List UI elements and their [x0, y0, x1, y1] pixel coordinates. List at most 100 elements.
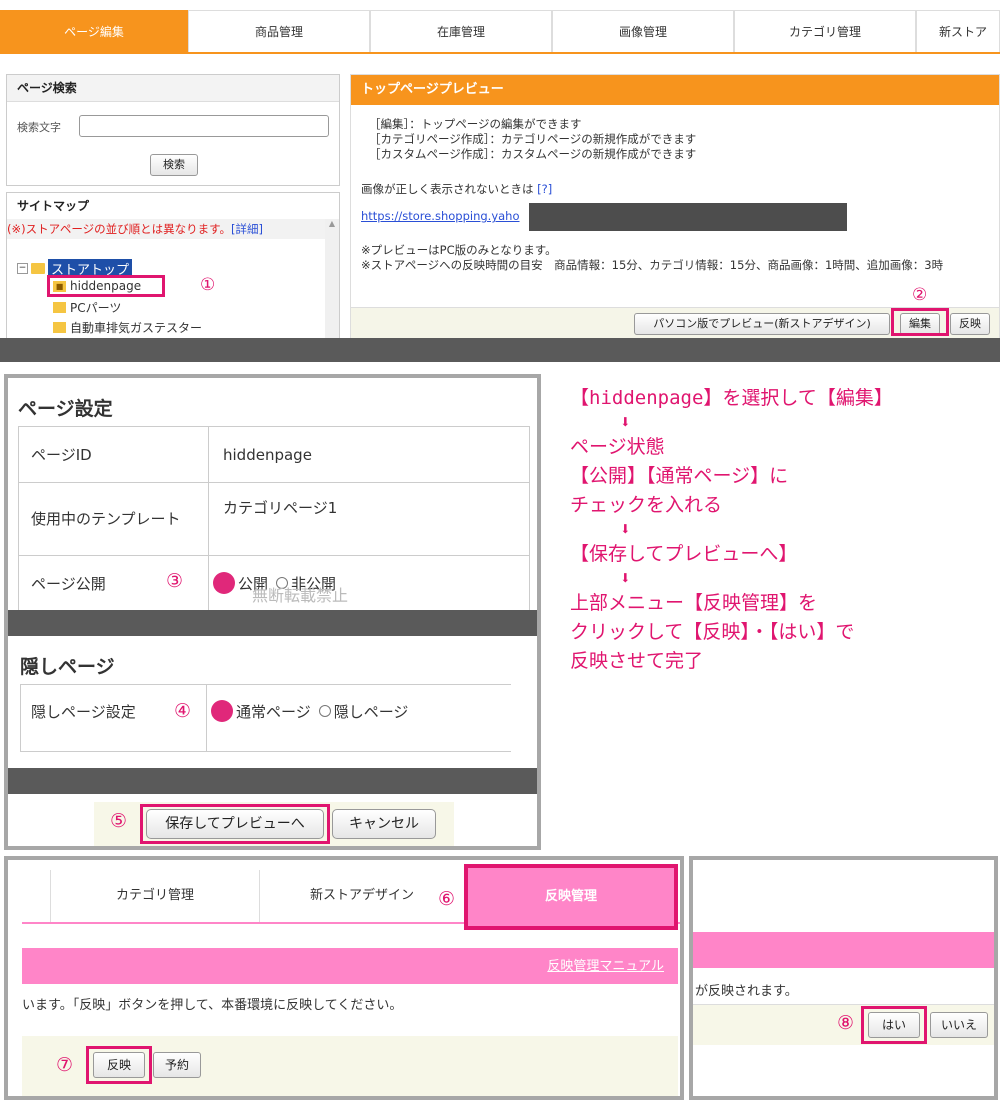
row-template: 使用中のテンプレート カテゴリページ1: [19, 482, 529, 555]
step-6-marker: ⑥: [438, 888, 456, 910]
tab-products[interactable]: 商品管理: [188, 10, 370, 52]
reflect-manual-link[interactable]: 反映管理マニュアル: [547, 959, 664, 974]
image-notice: 画像が正しく表示されないときは [?]: [361, 181, 552, 197]
instruction-line: 【保存してプレビューへ】: [570, 543, 798, 565]
pc-only-note: ※プレビューはPC版のみとなります。: [361, 243, 557, 257]
down-arrow-icon: ⬇: [620, 412, 631, 433]
row-page-id: ページID hiddenpage: [19, 426, 529, 482]
instruction-line: 上部メニュー【反映管理】を: [570, 592, 818, 614]
sitemap-notice: (※)ストアページの並び順とは異なります。[詳細]: [7, 219, 339, 239]
divider-band: [8, 610, 537, 636]
instruction-line: クリックして【反映】・【はい】で: [570, 621, 855, 643]
instruction-line: 【hiddenpage】を選択して【編集】: [570, 387, 893, 409]
search-label: 検索文字: [17, 121, 61, 134]
step-3-marker: ③: [166, 570, 184, 592]
locked-folder-icon: ■: [53, 280, 66, 292]
preview-descriptions: ［編集］：トップページの編集ができます ［カテゴリページ作成］：カテゴリページの…: [369, 117, 696, 162]
yes-button[interactable]: はい: [868, 1012, 920, 1038]
step-2-marker: ②: [912, 285, 928, 305]
step-1-marker: ①: [200, 275, 216, 295]
sitemap-detail-link[interactable]: [詳細]: [231, 222, 263, 236]
tree-item-label: PCパーツ: [70, 301, 122, 315]
sitemap-scrollbar[interactable]: ▲: [325, 219, 339, 339]
confirm-frame: が反映されます。 ⑧ はい いいえ: [689, 856, 998, 1100]
reserve-button[interactable]: 予約: [153, 1052, 201, 1078]
tree-item-hiddenpage[interactable]: ■ hiddenpage: [53, 279, 141, 293]
top-page-preview-panel: トップページプレビュー ［編集］：トップページの編集ができます ［カテゴリページ…: [350, 74, 1000, 340]
desc-category: ［カテゴリページ作成］：カテゴリページの新規作成ができます: [369, 132, 697, 146]
reflect-header-bar: 反映管理マニュアル: [22, 948, 678, 984]
scroll-up-icon[interactable]: ▲: [325, 219, 339, 228]
redaction-block: [529, 203, 847, 231]
timing-note: ※ストアページへの反映時間の目安 商品情報：15分、カテゴリ情報：15分、商品画…: [361, 258, 944, 272]
page-search-title: ページ検索: [7, 75, 339, 102]
hidden-page-table: 隠しページ設定 通常ページ 隠しページ: [20, 684, 511, 752]
search-button[interactable]: 検索: [150, 154, 198, 176]
tree-item-exhaust-tester[interactable]: 自動車排気ガステスター: [53, 319, 202, 336]
preview-title: トップページプレビュー: [351, 75, 999, 105]
divider-band: [8, 768, 537, 794]
hidden-page-radio-group: 通常ページ 隠しページ: [207, 685, 408, 751]
reflect-now-button[interactable]: 反映: [93, 1052, 145, 1078]
instruction-line: 反映させて完了: [570, 650, 704, 672]
folder-icon: [53, 302, 66, 313]
tree-item-label: 自動車排気ガステスター: [70, 321, 203, 335]
row-key: ページID: [19, 427, 209, 482]
tab-inventory[interactable]: 在庫管理: [370, 10, 552, 52]
reflect-button[interactable]: 反映: [950, 313, 990, 335]
preview-notes: ※プレビューはPC版のみとなります。 ※ストアページへの反映時間の目安 商品情報…: [361, 243, 943, 273]
tab-new-store[interactable]: 新ストア: [916, 10, 1000, 52]
instruction-line: チェックを入れる: [570, 494, 723, 516]
sitemap-panel: サイトマップ (※)ストアページの並び順とは異なります。[詳細] ▲ − ストア…: [6, 192, 340, 340]
tab-images[interactable]: 画像管理: [552, 10, 734, 52]
radio-hidden-label: 隠しページ: [333, 702, 409, 721]
page-settings-frame: ページ設定 ページID hiddenpage 使用中のテンプレート カテゴリペー…: [4, 374, 541, 850]
radio-hidden[interactable]: [318, 705, 331, 717]
folder-icon: [31, 262, 45, 274]
tree-item-pcparts[interactable]: PCパーツ: [53, 299, 121, 316]
store-url-link[interactable]: https://store.shopping.yaho: [361, 209, 520, 223]
reflect-message: います。「反映」ボタンを押して、本番環境に反映してください。: [22, 998, 403, 1013]
edit-button-highlight: [891, 308, 949, 336]
confirm-message: が反映されます。: [695, 984, 798, 999]
instruction-line: 【公開】【通常ページ】に: [570, 465, 789, 487]
tab-reflect-management[interactable]: 反映管理: [464, 864, 678, 930]
top-nav: ページ編集 商品管理 在庫管理 画像管理 カテゴリ管理 新ストア: [0, 10, 1000, 54]
step-5-marker: ⑤: [110, 810, 128, 832]
radio-normal-label: 通常ページ: [236, 702, 311, 721]
tree-item-label: hiddenpage: [70, 279, 142, 293]
cancel-button[interactable]: キャンセル: [332, 809, 436, 839]
instructions: 【hiddenpage】を選択して【編集】 ⬇ ページ状態 【公開】【通常ページ…: [570, 384, 998, 676]
page-settings-title: ページ設定: [18, 398, 113, 420]
down-arrow-icon: ⬇: [620, 519, 631, 540]
collapse-icon[interactable]: −: [17, 262, 28, 274]
step-7-marker: ⑦: [56, 1054, 74, 1076]
radio-normal-selected[interactable]: [211, 700, 233, 722]
row-value: hiddenpage: [223, 445, 312, 464]
row-value: カテゴリページ1: [223, 499, 338, 517]
confirm-header-bar: [693, 932, 994, 968]
help-link[interactable]: [?]: [537, 182, 552, 196]
step-4-marker: ④: [174, 700, 192, 722]
sitemap-title: サイトマップ: [7, 193, 339, 219]
row-key: 使用中のテンプレート: [19, 483, 209, 555]
tab-page-edit[interactable]: ページ編集: [0, 10, 188, 52]
tab-category-management[interactable]: カテゴリ管理: [50, 870, 260, 922]
instruction-line: ページ状態: [570, 436, 665, 458]
no-button[interactable]: いいえ: [930, 1012, 988, 1038]
pc-preview-button[interactable]: パソコン版でプレビュー(新ストアデザイン): [634, 313, 890, 335]
sitemap-notice-text: (※)ストアページの並び順とは異なります。: [7, 222, 231, 236]
tab-new-store-design[interactable]: 新ストアデザイン: [258, 870, 466, 922]
desc-edit: ［編集］：トップページの編集ができます: [369, 117, 582, 131]
image-notice-text: 画像が正しく表示されないときは: [361, 182, 534, 196]
page-search-panel: ページ検索 検索文字 検索: [6, 74, 340, 186]
search-input[interactable]: [79, 115, 329, 137]
hidden-page-title: 隠しページ: [20, 656, 115, 678]
desc-custom: ［カスタムページ作成］：カスタムページの新規作成ができます: [369, 147, 697, 161]
section-divider: [0, 338, 1000, 362]
save-preview-button[interactable]: 保存してプレビューへ: [146, 809, 324, 839]
radio-public-selected[interactable]: [213, 572, 235, 594]
down-arrow-icon: ⬇: [620, 568, 631, 589]
reflect-management-frame: カテゴリ管理 新ストアデザイン ⑥ 反映管理 反映管理マニュアル います。「反映…: [4, 856, 684, 1100]
tab-categories[interactable]: カテゴリ管理: [734, 10, 916, 52]
